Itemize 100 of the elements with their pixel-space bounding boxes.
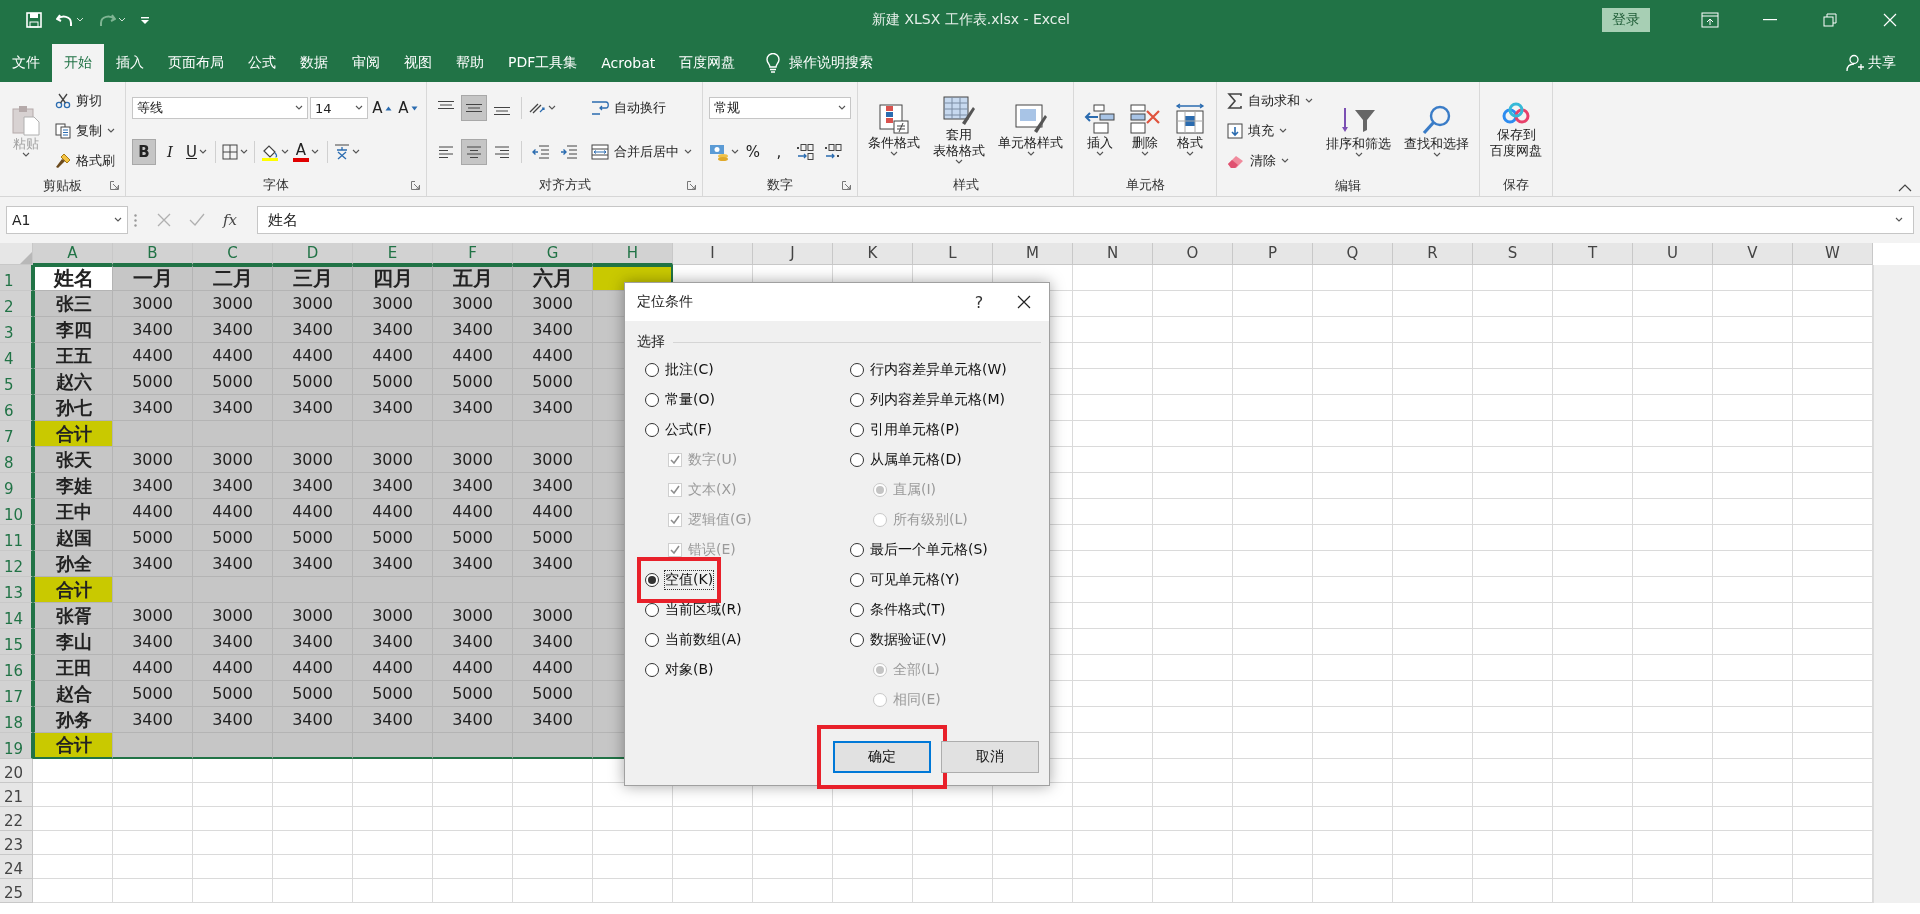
dialog-launcher-icon[interactable] (110, 181, 119, 190)
radio-button[interactable] (645, 363, 659, 377)
radio-option[interactable]: 当前数组(A) (645, 625, 742, 655)
radio-button[interactable] (850, 633, 864, 647)
ribbon-tab[interactable]: 审阅 (340, 44, 392, 82)
toolbar-button[interactable] (461, 95, 487, 121)
help-button[interactable]: ? (959, 292, 999, 312)
radio-option[interactable]: 常量(O) (645, 385, 715, 415)
column-header[interactable]: H (593, 243, 673, 265)
ribbon-tab[interactable]: 文件 (0, 44, 52, 82)
radio-option[interactable]: 引用单元格(P) (850, 415, 960, 445)
dialog-launcher-icon[interactable] (842, 181, 851, 190)
row-header[interactable]: 2 (0, 291, 33, 317)
toolbar-button[interactable] (461, 139, 487, 165)
row-header[interactable]: 20 (0, 759, 33, 783)
check-icon[interactable] (189, 213, 205, 227)
row-header[interactable]: 13 (0, 577, 33, 603)
row-header[interactable]: 8 (0, 447, 33, 473)
column-header[interactable]: N (1073, 243, 1153, 265)
radio-button[interactable] (850, 573, 864, 587)
column-header[interactable]: U (1633, 243, 1713, 265)
column-header[interactable]: L (913, 243, 993, 265)
column-header[interactable]: J (753, 243, 833, 265)
ribbon-tab[interactable]: 页面布局 (156, 44, 236, 82)
row-header[interactable]: 5 (0, 369, 33, 395)
ribbon-button[interactable]: 格式 (1170, 101, 1210, 159)
row-header[interactable]: 16 (0, 655, 33, 681)
radio-option[interactable]: 公式(F) (645, 415, 712, 445)
ribbon-button[interactable]: 填充 (1223, 120, 1291, 142)
row-header[interactable]: 25 (0, 879, 33, 903)
column-header[interactable]: F (433, 243, 513, 265)
format-button[interactable]: A (396, 95, 420, 121)
column-header[interactable]: R (1393, 243, 1473, 265)
vertical-scrollbar[interactable] (1873, 265, 1920, 903)
ribbon-button[interactable]: 保存到 百度网盘 (1486, 99, 1546, 161)
collapse-ribbon-icon[interactable] (1898, 184, 1912, 192)
ribbon-button[interactable]: 单元格样式 (994, 101, 1067, 159)
radio-button[interactable] (645, 633, 659, 647)
column-header[interactable]: T (1553, 243, 1633, 265)
radio-button[interactable] (850, 543, 864, 557)
ribbon-tab[interactable]: 百度网盘 (667, 44, 748, 82)
radio-option[interactable]: 数据验证(V) (850, 625, 947, 655)
radio-button[interactable] (850, 453, 864, 467)
ribbon-tab[interactable]: 帮助 (444, 44, 496, 82)
ribbon-button[interactable]: 排序和筛选 (1322, 102, 1395, 160)
name-box[interactable]: A1 (6, 206, 128, 234)
column-header[interactable]: D (273, 243, 353, 265)
radio-option[interactable]: 批注(C) (645, 355, 714, 385)
row-header[interactable]: 17 (0, 681, 33, 707)
row-header[interactable]: 14 (0, 603, 33, 629)
format-button[interactable]: I (158, 139, 182, 165)
column-header[interactable]: B (113, 243, 193, 265)
row-header[interactable]: 15 (0, 629, 33, 655)
column-header[interactable]: S (1473, 243, 1553, 265)
radio-button[interactable] (645, 393, 659, 407)
row-header[interactable]: 19 (0, 733, 33, 759)
radio-button[interactable] (850, 393, 864, 407)
radio-button[interactable] (645, 573, 659, 587)
column-header[interactable]: E (353, 243, 433, 265)
share-button[interactable]: 共享 (1846, 44, 1920, 82)
ribbon-button[interactable]: 套用 表格格式 (929, 93, 989, 167)
column-header[interactable]: P (1233, 243, 1313, 265)
radio-option[interactable]: 对象(B) (645, 655, 714, 685)
row-header[interactable]: 24 (0, 855, 33, 879)
ribbon-tab[interactable]: Acrobat (589, 44, 668, 82)
row-header[interactable]: 7 (0, 421, 33, 447)
radio-option[interactable]: 行内容差异单元格(W) (850, 355, 1007, 385)
column-header[interactable]: O (1153, 243, 1233, 265)
ribbon-button[interactable]: 插入 (1080, 101, 1120, 159)
ribbon-button[interactable]: 复制 (51, 120, 119, 142)
row-header[interactable]: 1 (0, 265, 33, 291)
ribbon-tab[interactable]: 视图 (392, 44, 444, 82)
radio-button[interactable] (645, 663, 659, 677)
radio-option[interactable]: 当前区域(R) (645, 595, 742, 625)
ribbon-button[interactable]: 删除 (1125, 101, 1165, 159)
ribbon-tab[interactable]: 开始 (52, 44, 104, 82)
row-header[interactable]: 4 (0, 343, 33, 369)
row-header[interactable]: 9 (0, 473, 33, 499)
radio-option[interactable]: 从属单元格(D) (850, 445, 962, 475)
row-header[interactable]: 11 (0, 525, 33, 551)
radio-button[interactable] (850, 603, 864, 617)
dialog-launcher-icon[interactable] (687, 181, 696, 190)
cancel-button[interactable]: 取消 (941, 741, 1039, 773)
column-header[interactable]: M (993, 243, 1073, 265)
ribbon-button[interactable]: 自动求和 (1223, 90, 1317, 112)
column-header[interactable]: V (1713, 243, 1793, 265)
row-header[interactable]: 3 (0, 317, 33, 343)
row-header[interactable]: 23 (0, 831, 33, 855)
radio-option[interactable]: 空值(K) (645, 565, 714, 595)
radio-button[interactable] (850, 363, 864, 377)
ribbon-tab[interactable]: PDF工具集 (496, 44, 590, 82)
formula-field[interactable]: 姓名 (257, 206, 1914, 234)
radio-option[interactable]: 最后一个单元格(S) (850, 535, 988, 565)
row-header[interactable]: 6 (0, 395, 33, 421)
ok-button[interactable]: 确定 (833, 741, 931, 773)
radio-option[interactable]: 条件格式(T) (850, 595, 946, 625)
radio-option[interactable]: 列内容差异单元格(M) (850, 385, 1005, 415)
radio-button[interactable] (645, 603, 659, 617)
format-button[interactable]: A (370, 95, 394, 121)
format-button[interactable]: A (291, 139, 321, 165)
